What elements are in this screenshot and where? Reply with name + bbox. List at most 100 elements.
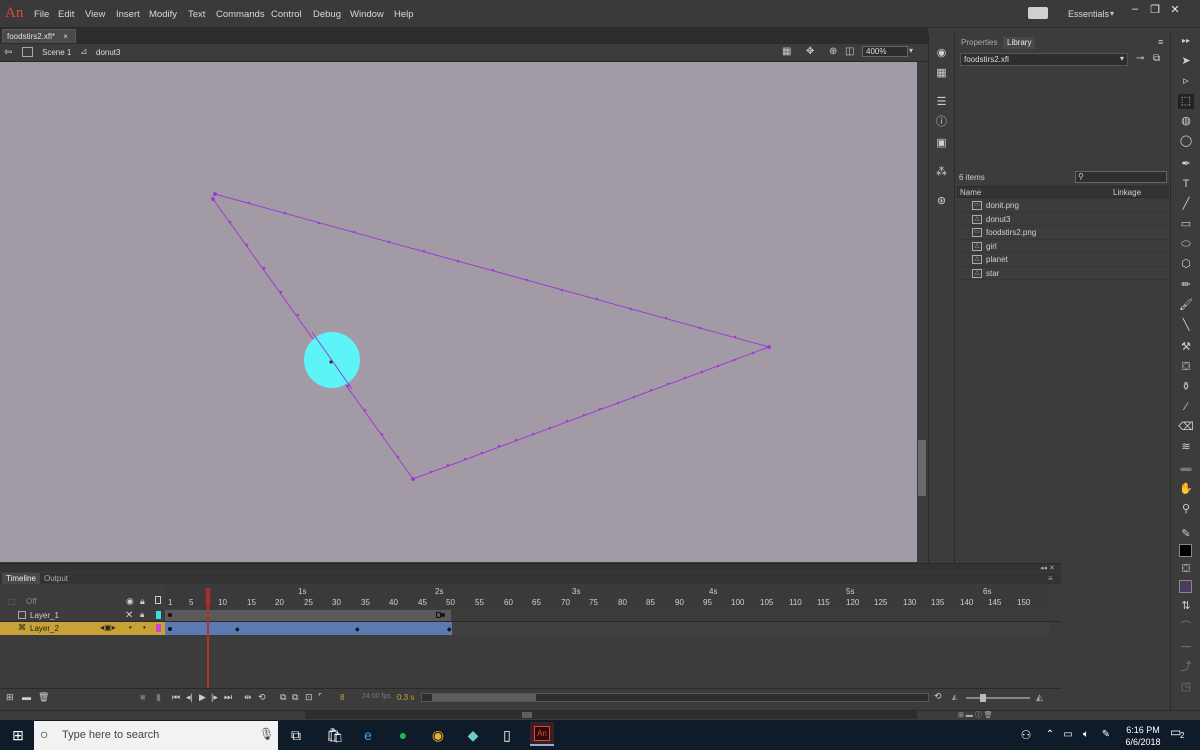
library-item[interactable]: △ donut3 (957, 213, 1169, 226)
restore-icon[interactable]: ❐ (1148, 3, 1162, 16)
keyframe[interactable] (441, 613, 445, 617)
play-icon[interactable]: ▶ (199, 692, 206, 703)
chrome-icon[interactable]: ◉ (428, 725, 448, 745)
network-icon[interactable]: ▭ (1058, 725, 1078, 745)
zoom-dropdown-icon[interactable]: ▾ (909, 46, 913, 55)
panel-menu-icon[interactable]: ≡ (1048, 574, 1053, 583)
slider-thumb[interactable] (980, 694, 986, 702)
text-tool-icon[interactable]: T (1178, 177, 1194, 192)
selection-tool-icon[interactable]: ➤ (1178, 54, 1194, 69)
lock-dot[interactable]: • (143, 623, 146, 632)
menu-debug[interactable]: Debug (313, 9, 341, 20)
paint-bucket-tool-icon[interactable]: ⛋ (1178, 360, 1194, 375)
scrollbar-thumb[interactable] (522, 712, 532, 718)
keyframe[interactable] (168, 627, 172, 631)
back-arrow-icon[interactable]: ⇦ (4, 47, 12, 58)
camera-icon[interactable]: ■ (140, 692, 145, 702)
tab-output[interactable]: Output (44, 574, 68, 583)
center-stage-icon[interactable]: ⊕ (829, 46, 837, 57)
document-tab[interactable]: foodstirs2.xfl* × (2, 29, 76, 43)
rectangle-tool-icon[interactable]: ▭ (1178, 217, 1194, 232)
oval-tool-icon[interactable]: ⬭ (1178, 237, 1194, 252)
taskbar-clock[interactable]: 6:16 PM 6/6/2018 (1118, 724, 1168, 748)
fill-color-swatch[interactable] (1179, 580, 1192, 593)
close-window-icon[interactable]: ✕ (1168, 3, 1182, 16)
layer-name[interactable]: Layer_1 (30, 611, 59, 620)
lock-icon[interactable]: 🔒︎ (140, 610, 144, 620)
zoom-tool-icon[interactable]: ⚲ (1178, 502, 1194, 517)
column-name[interactable]: Name (960, 188, 981, 197)
last-frame-icon[interactable]: ⏭ (224, 692, 232, 703)
scene-breadcrumb[interactable]: Scene 1 (42, 48, 71, 57)
outline-color-swatch[interactable] (156, 611, 161, 619)
center-frame-icon[interactable]: ⇹ (244, 692, 252, 703)
action-center-icon[interactable]: ▭ 2 (1170, 725, 1192, 745)
empty-frames[interactable] (452, 622, 1050, 635)
next-frame-icon[interactable]: |▸ (211, 692, 218, 703)
pen-tool-icon[interactable]: ✒ (1178, 157, 1194, 172)
width-tool-icon[interactable]: ≋ (1178, 440, 1194, 455)
eyedropper-tool-icon[interactable]: ⁄ (1178, 400, 1194, 415)
components-icon[interactable]: ⁂ (934, 166, 949, 179)
keyframe[interactable] (168, 613, 172, 617)
frame-rate[interactable]: 24.00 fps (362, 693, 391, 700)
menu-insert[interactable]: Insert (116, 9, 140, 20)
transform-icon[interactable]: ▣ (934, 137, 949, 150)
new-folder-icon[interactable]: ▬ (22, 692, 31, 702)
stage-hscrollbar[interactable] (305, 711, 917, 719)
file-icon[interactable]: ▯ (497, 725, 517, 745)
first-frame-icon[interactable]: ⏮ (172, 692, 180, 703)
zoom-select[interactable]: 400% (862, 46, 908, 57)
line-tool-icon[interactable]: ╱ (1178, 197, 1194, 212)
task-view-icon[interactable]: ⧉ (286, 725, 306, 745)
tab-timeline[interactable]: Timeline (2, 573, 40, 584)
eraser-tool-icon[interactable]: ⌫ (1178, 420, 1194, 435)
onion-skin-icon[interactable]: ⧉ (280, 692, 286, 703)
store-icon[interactable]: 🛍︎ (325, 725, 345, 745)
onion-outlines-icon[interactable]: ⧉ (292, 692, 298, 703)
stroke-color-icon[interactable]: ✎ (1178, 527, 1194, 542)
volume-icon[interactable]: 🔈︎ (1076, 725, 1096, 745)
swap-colors-icon[interactable]: ⇅ (1178, 599, 1194, 614)
fill-color-icon[interactable]: ⛋ (1178, 562, 1194, 577)
menu-modify[interactable]: Modify (149, 9, 177, 20)
scrollbar-thumb[interactable] (432, 694, 536, 701)
property-keyframe[interactable]: ◆ (235, 626, 240, 633)
timeline-zoom-slider[interactable] (966, 697, 1030, 699)
playhead[interactable] (207, 588, 209, 688)
current-frame[interactable]: 8 (340, 693, 344, 702)
options-icon[interactable]: ◳ (1178, 680, 1194, 695)
hand-tool-icon[interactable]: ✋ (1178, 482, 1194, 497)
lock-icon[interactable]: 🔒︎ (140, 596, 145, 607)
animate-taskbar-button[interactable]: An (530, 722, 554, 746)
prev-frame-icon[interactable]: ◂| (186, 692, 193, 703)
minimize-icon[interactable]: – (1128, 3, 1142, 15)
eye-icon[interactable]: ◉ (126, 596, 134, 607)
library-item[interactable]: △ girl (957, 240, 1169, 253)
cc-libraries-icon[interactable]: ⊛ (934, 195, 949, 208)
windows-start-icon[interactable]: ⊞ (8, 725, 28, 745)
tab-properties[interactable]: Properties (957, 37, 1001, 49)
delete-layer-icon[interactable]: 🗑︎ (38, 692, 49, 703)
pen-workspace-icon[interactable]: ✎ (1096, 725, 1116, 745)
property-keyframe[interactable]: ◆ (355, 626, 360, 633)
elapsed-time[interactable]: 0.3 s (397, 693, 414, 702)
menu-edit[interactable]: Edit (58, 9, 74, 20)
stage[interactable] (0, 62, 917, 562)
3d-rotation-tool-icon[interactable]: ◍ (1178, 114, 1194, 129)
edit-scene-icon[interactable]: ▦ (782, 46, 791, 57)
menu-window[interactable]: Window (350, 9, 384, 20)
library-item[interactable]: ▭ donit.png (957, 199, 1169, 213)
collapse-icon[interactable]: ▸▸ (1182, 36, 1190, 45)
library-footer-icons[interactable]: ⊞ ▬ ⓘ 🗑︎ (958, 710, 993, 720)
color-wheel-icon[interactable]: ◉ (934, 47, 949, 60)
refresh-icon[interactable]: ⟲ (934, 691, 942, 702)
taskbar-search-box[interactable]: ○ Type here to search 🎙︎ (34, 721, 278, 750)
tab-library[interactable]: Library (1003, 37, 1036, 49)
workspace-switcher[interactable]: Essentials (1068, 9, 1109, 19)
library-item[interactable]: ▭ foodstirs2.png (957, 226, 1169, 240)
visible-dot[interactable]: • (129, 623, 132, 632)
pencil-tool-icon[interactable]: ✏ (1178, 278, 1194, 293)
onion-off-icon[interactable]: ⬚ (8, 597, 16, 606)
pin-icon[interactable]: ⊸ (1136, 53, 1144, 64)
